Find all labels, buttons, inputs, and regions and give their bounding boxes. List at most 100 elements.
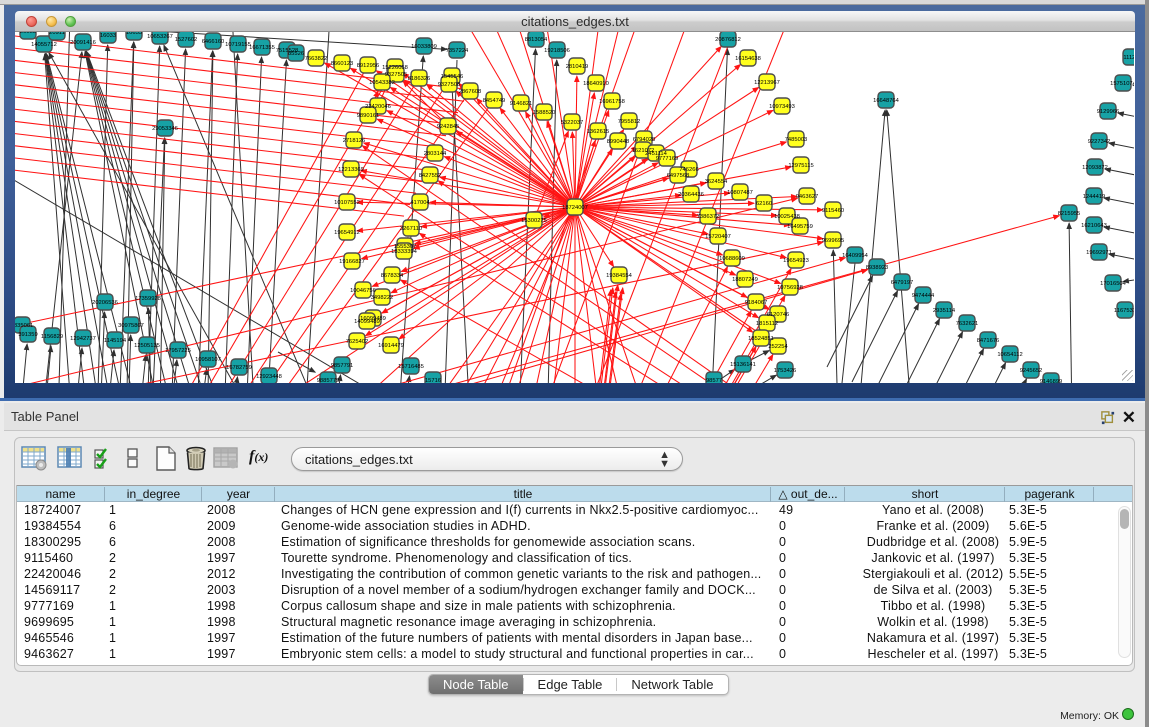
svg-text:2718126: 2718126 [343, 138, 366, 144]
svg-text:9184067: 9184067 [745, 300, 768, 306]
svg-text:10543382: 10543382 [369, 80, 395, 86]
svg-text:9245652: 9245652 [1020, 368, 1043, 374]
svg-text:10958107: 10958107 [195, 357, 221, 363]
svg-text:16671355: 16671355 [249, 45, 275, 51]
svg-text:20364436: 20364436 [678, 192, 704, 198]
svg-text:2803144: 2803144 [424, 151, 447, 157]
svg-text:19166827: 19166827 [339, 259, 365, 265]
svg-text:15300275: 15300275 [521, 218, 547, 224]
svg-text:1244419: 1244419 [1083, 194, 1106, 200]
svg-text:417004: 417004 [410, 200, 430, 206]
svg-text:19654912: 19654912 [334, 230, 360, 236]
svg-text:9885779: 9885779 [317, 378, 340, 383]
svg-text:1545546: 1545546 [441, 74, 464, 80]
svg-text:7386372: 7386372 [697, 214, 720, 220]
svg-text:15226058: 15226058 [382, 65, 408, 71]
svg-text:9699695: 9699695 [822, 238, 845, 244]
svg-text:12213369: 12213369 [338, 167, 364, 173]
svg-text:12213967: 12213967 [754, 80, 780, 86]
svg-text:7485003: 7485003 [785, 137, 808, 143]
svg-text:12093872: 12093872 [1082, 165, 1108, 171]
svg-text:18807249: 18807249 [732, 277, 758, 283]
svg-text:3624554: 3624554 [705, 179, 728, 185]
svg-text:16648764: 16648764 [873, 98, 900, 104]
svg-text:3267110: 3267110 [400, 226, 422, 232]
svg-text:11126: 11126 [1123, 55, 1134, 61]
svg-text:20206536: 20206536 [92, 300, 118, 306]
svg-text:10046756: 10046756 [350, 288, 376, 294]
svg-text:10107552: 10107552 [334, 200, 360, 206]
svg-text:6120746: 6120746 [767, 312, 790, 318]
svg-text:1362615: 1362615 [587, 129, 610, 135]
svg-text:20091416: 20091416 [70, 40, 96, 46]
svg-text:10654112: 10654112 [997, 352, 1022, 358]
svg-text:10688609: 10688609 [719, 256, 745, 262]
svg-text:18333394: 18333394 [391, 249, 418, 255]
svg-text:18640910: 18640910 [583, 81, 609, 87]
svg-text:9777169: 9777169 [656, 156, 679, 162]
svg-text:15751074: 15751074 [1110, 81, 1134, 87]
svg-text:7632621: 7632621 [956, 321, 979, 327]
svg-text:15716: 15716 [425, 378, 441, 383]
svg-text:19384554: 19384554 [606, 273, 633, 279]
svg-text:7663822: 7663822 [305, 56, 328, 62]
svg-text:7955812: 7955812 [618, 119, 641, 125]
svg-text:16782759: 16782759 [226, 365, 252, 371]
svg-text:8678334: 8678334 [381, 273, 404, 279]
svg-text:1588520: 1588520 [533, 110, 556, 116]
svg-text:30975867: 30975867 [118, 323, 144, 329]
svg-text:85526: 85526 [288, 51, 304, 57]
svg-text:9463627: 9463627 [796, 194, 819, 200]
svg-text:1145194: 1145194 [104, 338, 127, 344]
svg-text:7625402: 7625402 [346, 339, 369, 345]
svg-text:6466160: 6466160 [202, 39, 225, 45]
svg-text:8471676: 8471676 [977, 338, 1000, 344]
svg-text:9242845: 9242845 [437, 124, 460, 130]
svg-text:6497568: 6497568 [667, 173, 690, 179]
svg-text:17359928: 17359928 [135, 296, 161, 302]
svg-text:18524851: 18524851 [748, 336, 774, 342]
svg-text:19654923: 19654923 [783, 258, 809, 264]
svg-text:19692971: 19692971 [1086, 250, 1112, 256]
svg-text:1835061: 1835061 [15, 323, 33, 329]
svg-text:15136141: 15136141 [730, 362, 756, 368]
svg-text:14055712: 14055712 [31, 42, 57, 48]
svg-text:1527602: 1527602 [175, 37, 198, 43]
svg-text:3498222: 3498222 [371, 295, 394, 301]
svg-text:9327505: 9327505 [385, 72, 408, 78]
svg-text:16033: 16033 [100, 33, 116, 39]
svg-text:16914479: 16914479 [378, 343, 404, 349]
svg-text:19218506: 19218506 [544, 48, 570, 54]
svg-text:98577: 98577 [706, 378, 722, 383]
svg-text:22420046: 22420046 [365, 104, 391, 110]
svg-text:17957225: 17957225 [165, 348, 191, 354]
svg-text:18724007: 18724007 [562, 205, 588, 211]
svg-text:1753426: 1753426 [774, 368, 797, 374]
svg-text:12975115: 12975115 [788, 163, 813, 169]
svg-text:10653: 10653 [126, 32, 142, 36]
svg-text:15720407: 15720407 [705, 234, 731, 240]
svg-text:16033809: 16033809 [411, 44, 437, 50]
svg-text:10973493: 10973493 [769, 104, 795, 110]
svg-text:16154638: 16154638 [735, 56, 761, 62]
svg-text:9146899: 9146899 [1040, 379, 1063, 383]
svg-text:12923448: 12923448 [256, 374, 282, 380]
svg-text:8813054: 8813054 [525, 37, 548, 43]
svg-text:17016504: 17016504 [1100, 281, 1127, 287]
svg-text:8912956: 8912956 [357, 63, 380, 69]
svg-text:7357224: 7357224 [446, 48, 469, 54]
svg-text:9327508: 9327508 [438, 82, 461, 88]
svg-text:9857791: 9857791 [331, 363, 354, 369]
svg-text:10653267: 10653267 [147, 34, 173, 40]
svg-text:16961758: 16961758 [599, 99, 625, 105]
svg-text:6794028: 6794028 [633, 137, 656, 143]
svg-text:14099489: 14099489 [354, 319, 380, 325]
svg-text:8990448: 8990448 [607, 139, 630, 145]
svg-text:12942737: 12942737 [70, 336, 96, 342]
svg-text:8454749: 8454749 [483, 98, 506, 104]
svg-text:15716485: 15716485 [398, 364, 424, 370]
svg-text:8660123: 8660123 [331, 61, 354, 67]
svg-text:20876812: 20876812 [715, 37, 741, 43]
svg-text:8938923: 8938923 [866, 265, 889, 271]
svg-text:2810419: 2810419 [566, 64, 589, 70]
